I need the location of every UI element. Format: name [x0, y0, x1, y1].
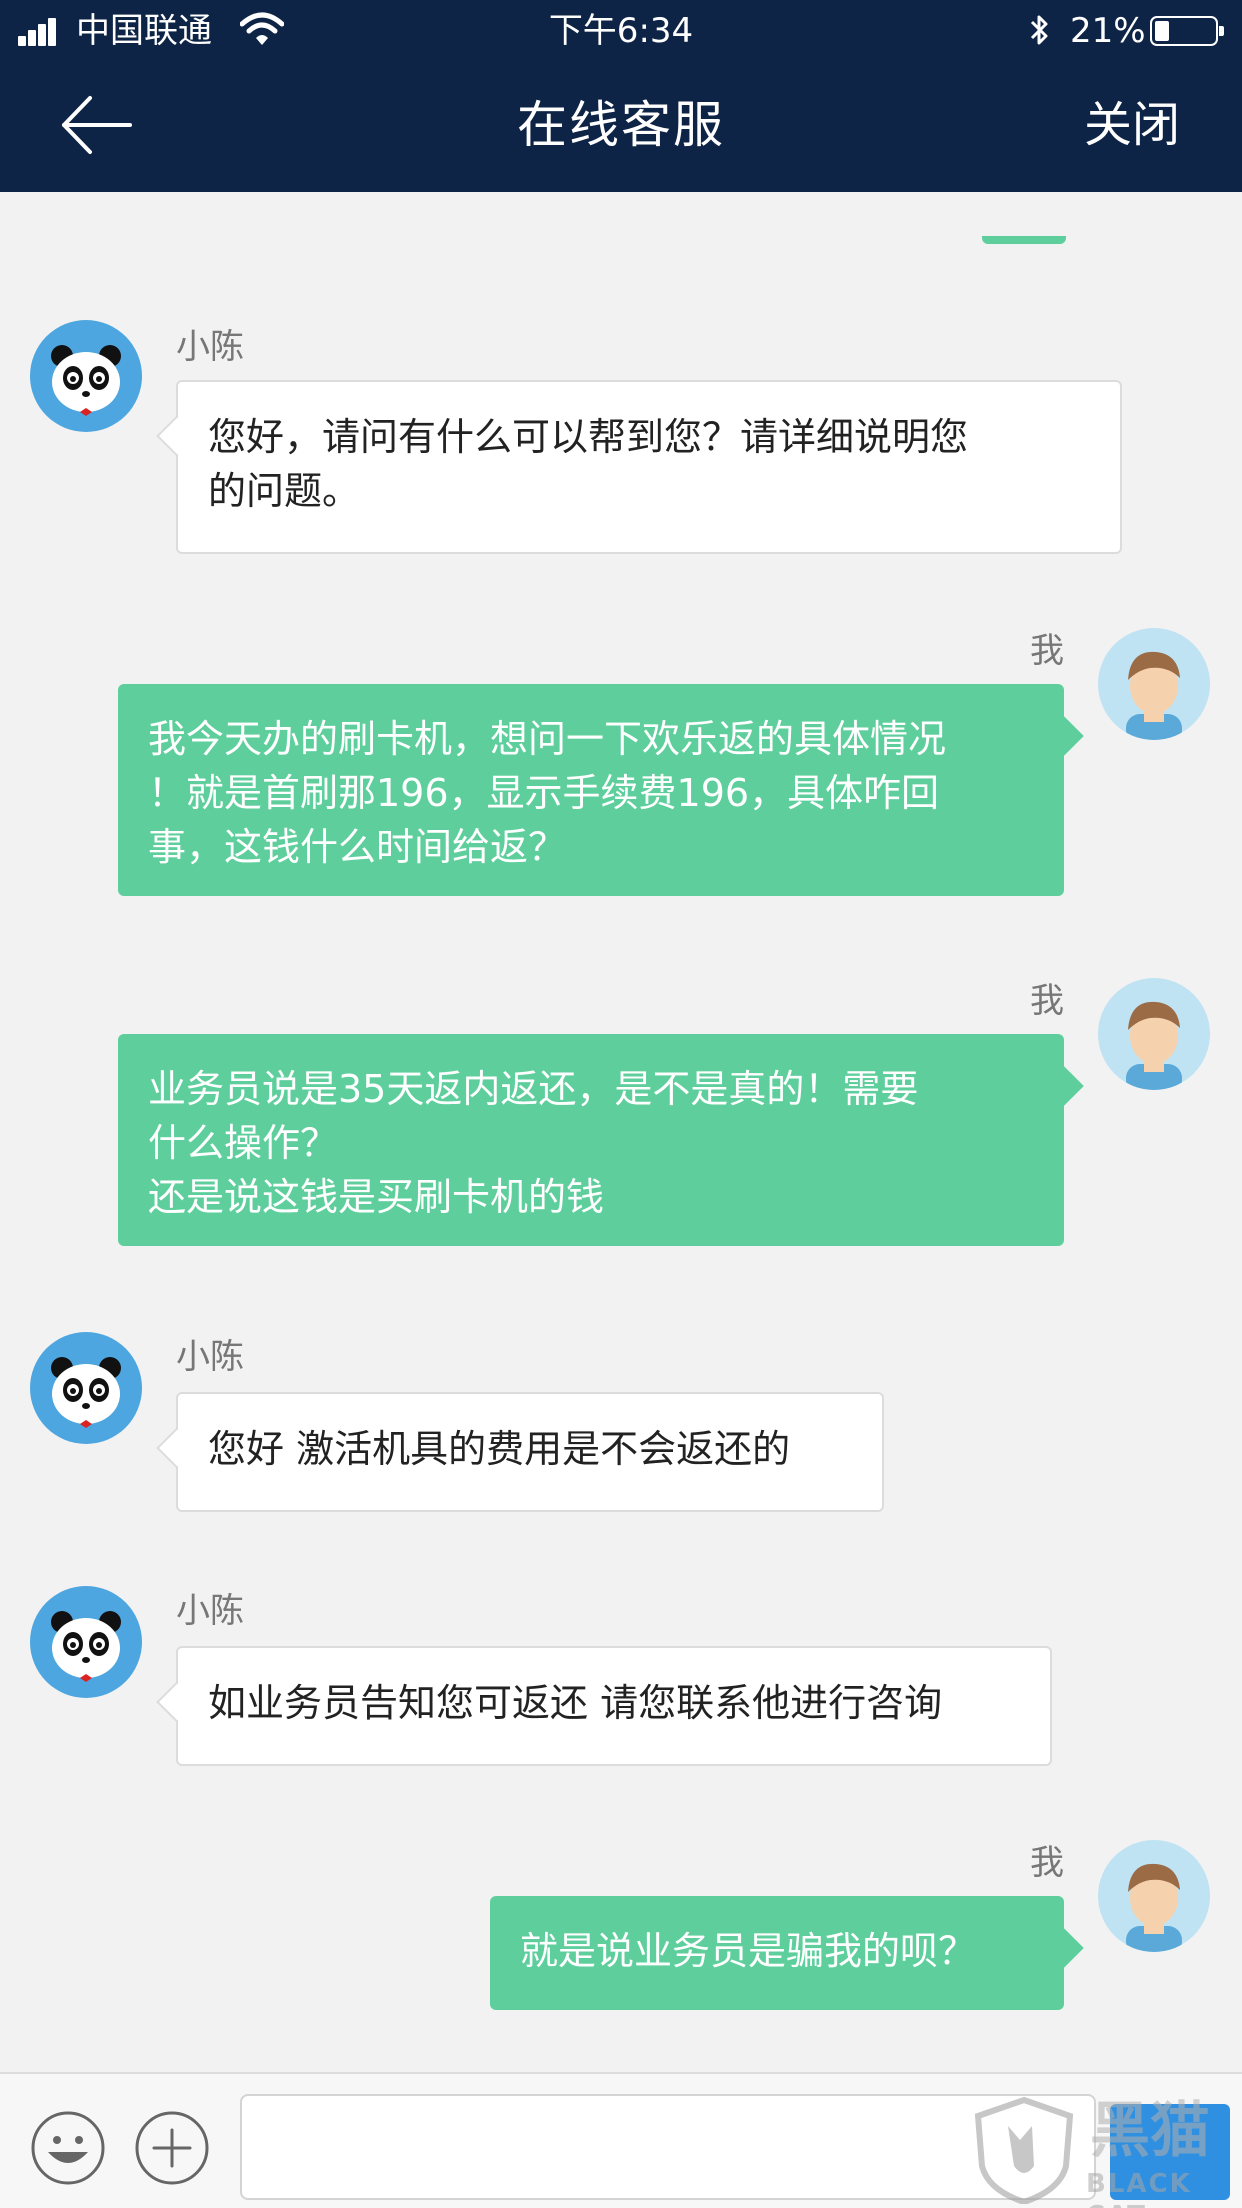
message-line: 我今天办的刷卡机，想问一下欢乐返的具体情况 — [148, 717, 947, 761]
battery-icon — [1150, 16, 1224, 46]
message-line: 什么操作？ — [148, 1121, 339, 1165]
user-avatar — [1098, 628, 1210, 740]
agent-avatar — [30, 320, 142, 432]
user-message-bubble: 业务员说是35天返内返还，是不是真的！需要 什么操作？ 还是说这钱是买刷卡机的钱 — [118, 1034, 1064, 1246]
message-line: 还是说这钱是买刷卡机的钱 — [148, 1175, 605, 1219]
sender-name: 小陈 — [176, 1591, 244, 1631]
message-input[interactable] — [240, 2094, 1096, 2200]
agent-message-bubble: 您好，请问有什么可以帮到您？请详细说明您 的问题。 — [176, 380, 1122, 554]
watermark: 黑猫 BLACK CAT — [970, 2090, 1242, 2208]
watermark-subtext: BLACK CAT — [1086, 2169, 1192, 2208]
page-title: 在线客服 — [517, 96, 725, 154]
user-avatar — [1098, 1840, 1210, 1952]
nav-header: 在线客服 关闭 — [0, 62, 1242, 192]
bluetooth-icon — [1030, 15, 1048, 45]
plus-icon[interactable] — [134, 2110, 210, 2186]
user-avatar — [1098, 978, 1210, 1090]
message-line: 您好，请问有什么可以帮到您？请详细说明您 — [208, 415, 969, 459]
user-face-icon — [1126, 1863, 1182, 1952]
agent-message-bubble: 如业务员告知您可返还 请您联系他进行咨询 — [176, 1646, 1052, 1766]
agent-avatar — [30, 1332, 142, 1444]
watermark-text: 黑猫 — [1090, 2096, 1210, 2166]
sender-name: 我 — [1030, 981, 1064, 1021]
sender-name: 我 — [1030, 631, 1064, 671]
user-face-icon — [1126, 651, 1182, 740]
emoji-icon[interactable] — [30, 2110, 106, 2186]
chat-message-list[interactable]: 小陈 您好，请问有什么可以帮到您？请详细说明您 的问题。 我 我今天办的刷卡机，… — [0, 192, 1242, 2072]
message-line: 您好 激活机具的费用是不会返还的 — [208, 1427, 791, 1471]
previous-message-edge — [982, 236, 1066, 244]
panda-icon — [51, 1611, 121, 1682]
user-message-bubble: 我今天办的刷卡机，想问一下欢乐返的具体情况 ！就是首刷那196，显示手续费196… — [118, 684, 1064, 896]
user-message-bubble: 就是说业务员是骗我的呗？ — [490, 1896, 1064, 2010]
message-line: 的问题。 — [208, 469, 361, 513]
message-line: 业务员说是35天返内返还，是不是真的！需要 — [148, 1067, 919, 1111]
panda-icon — [51, 345, 121, 416]
cat-shield-icon — [974, 2096, 1074, 2204]
sender-name: 小陈 — [176, 327, 244, 367]
panda-icon — [51, 1357, 121, 1428]
message-line: ！就是首刷那196，显示手续费196，具体咋回 — [148, 771, 940, 815]
close-button[interactable]: 关闭 — [1084, 92, 1180, 158]
sender-name: 我 — [1030, 1843, 1064, 1883]
agent-avatar — [30, 1586, 142, 1698]
message-line: 事，这钱什么时间给返？ — [148, 825, 567, 869]
sender-name: 小陈 — [176, 1337, 244, 1377]
battery-percent: 21% — [1070, 11, 1146, 51]
message-line: 如业务员告知您可返还 请您联系他进行咨询 — [208, 1681, 943, 1725]
clock: 下午6:34 — [548, 11, 694, 51]
message-line: 就是说业务员是骗我的呗？ — [520, 1929, 977, 1973]
agent-message-bubble: 您好 激活机具的费用是不会返还的 — [176, 1392, 884, 1512]
user-face-icon — [1126, 1001, 1182, 1090]
status-bar: 中国联通 下午6:34 21% — [0, 0, 1242, 62]
